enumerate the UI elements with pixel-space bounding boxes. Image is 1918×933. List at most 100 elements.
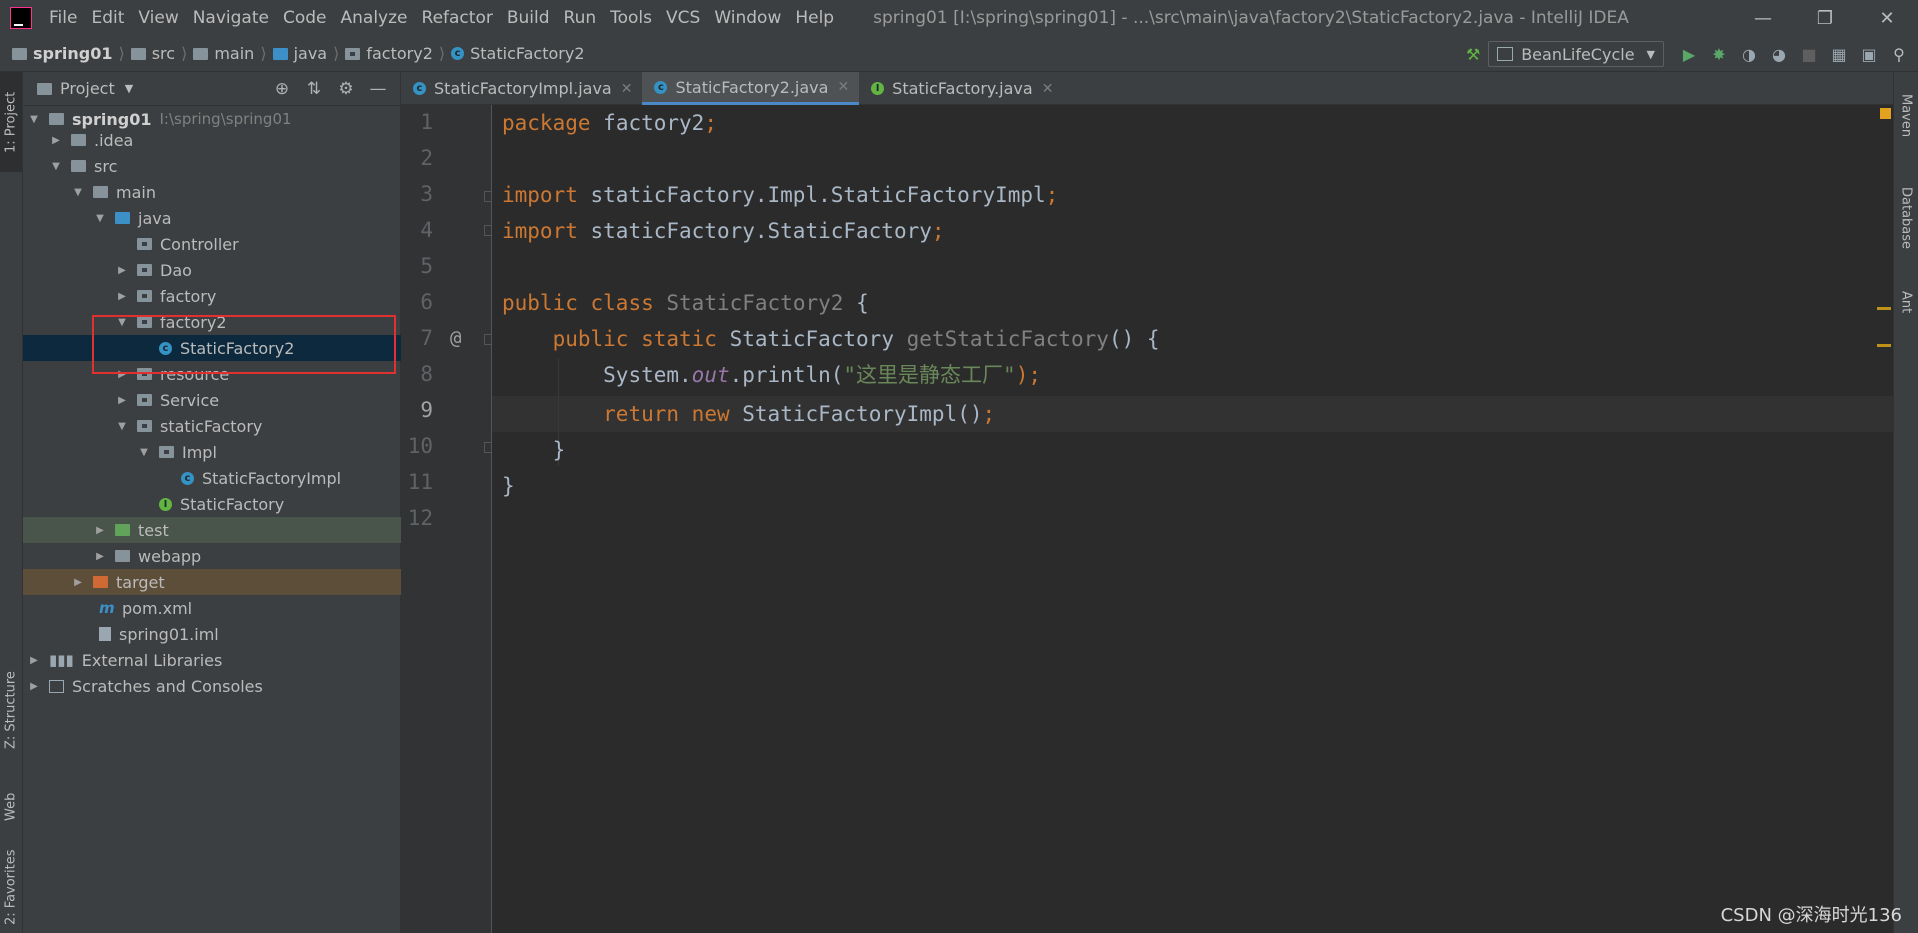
menu-navigate[interactable]: Navigate xyxy=(186,8,276,28)
tab-ant-tool[interactable]: Ant xyxy=(1894,272,1918,332)
menu-file[interactable]: File xyxy=(42,8,84,28)
run-configuration-select[interactable]: BeanLifeCycle ▼ xyxy=(1488,41,1664,67)
run-icon[interactable]: ▶ xyxy=(1674,39,1704,69)
breadcrumb-factory2[interactable]: factory2 xyxy=(341,44,437,63)
project-panel-title: Project xyxy=(60,79,115,98)
terminal-icon[interactable]: ▣ xyxy=(1854,39,1884,69)
line-number: 4 xyxy=(420,218,433,242)
folder-icon xyxy=(115,550,130,562)
coverage-icon[interactable]: ◑ xyxy=(1734,39,1764,69)
breadcrumb-staticfactory2[interactable]: c StaticFactory2 xyxy=(447,44,588,63)
code-editor[interactable]: package factory2; import staticFactory.I… xyxy=(492,105,1893,933)
close-icon[interactable]: ✕ xyxy=(1042,81,1054,97)
tree-node-target[interactable]: ▶ target xyxy=(23,569,448,595)
expanded-arrow-icon[interactable]: ▼ xyxy=(71,187,85,198)
code-line-10: } xyxy=(552,438,566,462)
search-icon[interactable]: ⚲ xyxy=(1884,39,1914,69)
breadcrumb-main[interactable]: main xyxy=(189,44,258,63)
menu-help[interactable]: Help xyxy=(788,8,841,28)
tab-staticfactoryimpl[interactable]: c StaticFactoryImpl.java ✕ xyxy=(401,72,642,105)
menu-view[interactable]: View xyxy=(131,8,185,28)
tree-node-label: spring01.iml xyxy=(119,624,219,644)
menu-refactor[interactable]: Refactor xyxy=(415,8,500,28)
breadcrumb-src[interactable]: src xyxy=(127,44,179,63)
profile-icon[interactable]: ◕ xyxy=(1764,39,1794,69)
implementation-marker-icon[interactable]: @ xyxy=(450,327,461,349)
tab-favorites-tool[interactable]: 2: Favorites xyxy=(0,842,22,932)
collapsed-arrow-icon[interactable]: ▶ xyxy=(115,265,129,276)
collapsed-arrow-icon[interactable]: ▶ xyxy=(93,525,107,536)
close-window-icon[interactable]: ✕ xyxy=(1856,0,1918,36)
tab-label: StaticFactory.java xyxy=(892,79,1033,98)
collapsed-arrow-icon[interactable]: ▶ xyxy=(115,369,129,380)
window-title: spring01 [I:\spring\spring01] - ...\src\… xyxy=(873,8,1629,28)
source-folder-icon xyxy=(115,212,130,224)
line-number: 6 xyxy=(420,290,433,314)
tree-node-label: Dao xyxy=(160,260,192,280)
tree-node-idea[interactable]: ▶ .idea xyxy=(23,127,426,153)
collapsed-arrow-icon[interactable]: ▶ xyxy=(115,395,129,406)
menu-analyze[interactable]: Analyze xyxy=(334,8,415,28)
expanded-arrow-icon[interactable]: ▼ xyxy=(93,213,107,224)
tree-node-external-libraries[interactable]: ▶ ▮▮▮ External Libraries xyxy=(23,647,404,673)
menu-window[interactable]: Window xyxy=(707,8,788,28)
menu-tools[interactable]: Tools xyxy=(603,8,659,28)
menu-build[interactable]: Build xyxy=(500,8,557,28)
expanded-arrow-icon[interactable]: ▼ xyxy=(115,421,129,432)
close-icon[interactable]: ✕ xyxy=(621,81,633,97)
hide-panel-icon[interactable]: — xyxy=(362,79,394,99)
collapse-all-icon[interactable]: ⇅ xyxy=(298,79,330,99)
error-stripe[interactable] xyxy=(1877,105,1893,933)
menu-edit[interactable]: Edit xyxy=(84,8,131,28)
minimize-icon[interactable]: — xyxy=(1732,0,1794,36)
run-toolbar: ⚒ BeanLifeCycle ▼ ▶ ✸ ◑ ◕ ■ ▦ ▣ ⚲ xyxy=(1458,36,1918,72)
debug-icon[interactable]: ✸ xyxy=(1704,39,1734,69)
tree-node-main[interactable]: ▼ main xyxy=(23,179,448,205)
expanded-arrow-icon[interactable]: ▼ xyxy=(49,161,63,172)
code-line-3: import staticFactory.Impl.StaticFactoryI… xyxy=(502,183,1059,207)
breadcrumb-label: java xyxy=(293,44,328,63)
locate-file-icon[interactable]: ⊕ xyxy=(266,79,298,99)
breadcrumb-project[interactable]: spring01 xyxy=(8,44,116,63)
breadcrumb-java[interactable]: java xyxy=(269,44,332,63)
stop-icon[interactable]: ■ xyxy=(1794,39,1824,69)
editor-gutter[interactable]: 1 2 3 4 5 6 7 8 9 10 11 12 @ xyxy=(401,105,495,933)
restore-icon[interactable]: ❐ xyxy=(1794,0,1856,36)
tab-staticfactory[interactable]: I StaticFactory.java ✕ xyxy=(859,72,1063,105)
tab-maven-tool[interactable]: Maven xyxy=(1894,76,1918,156)
menu-run[interactable]: Run xyxy=(557,8,604,28)
project-view-select[interactable]: Project ▼ xyxy=(37,79,133,98)
tree-node-scratches[interactable]: ▶ Scratches and Consoles xyxy=(23,673,404,699)
collapsed-arrow-icon[interactable]: ▶ xyxy=(93,551,107,562)
expanded-arrow-icon[interactable]: ▼ xyxy=(115,317,129,328)
tab-database-tool[interactable]: Database xyxy=(1894,168,1918,268)
collapsed-arrow-icon[interactable]: ▶ xyxy=(27,681,41,692)
tab-structure-tool[interactable]: Z: Structure xyxy=(0,660,22,760)
project-structure-icon[interactable]: ▦ xyxy=(1824,39,1854,69)
tree-node-src[interactable]: ▼ src xyxy=(23,153,426,179)
close-icon[interactable]: ✕ xyxy=(837,79,849,95)
expanded-arrow-icon[interactable]: ▼ xyxy=(137,447,151,458)
tab-staticfactory2[interactable]: c StaticFactory2.java ✕ xyxy=(642,72,860,105)
gear-icon[interactable]: ⚙ xyxy=(330,79,362,99)
collapsed-arrow-icon[interactable]: ▶ xyxy=(27,655,41,666)
tree-node-label: resource xyxy=(160,364,230,384)
collapsed-arrow-icon[interactable]: ▶ xyxy=(115,291,129,302)
build-hammer-icon[interactable]: ⚒ xyxy=(1458,39,1488,69)
collapsed-arrow-icon[interactable]: ▶ xyxy=(49,135,63,146)
class-icon: c xyxy=(654,80,668,94)
collapsed-arrow-icon[interactable]: ▶ xyxy=(71,577,85,588)
package-icon xyxy=(345,47,361,60)
warning-marker[interactable] xyxy=(1877,344,1891,347)
menu-code[interactable]: Code xyxy=(276,8,334,28)
tab-project-tool[interactable]: 1: Project xyxy=(0,72,22,172)
tree-node-label: src xyxy=(94,156,118,176)
menu-vcs[interactable]: VCS xyxy=(659,8,707,28)
line-number: 3 xyxy=(420,182,433,206)
warning-indicator-icon[interactable] xyxy=(1880,108,1891,119)
line-number: 12 xyxy=(407,506,433,530)
expanded-arrow-icon[interactable]: ▼ xyxy=(27,114,41,125)
warning-marker[interactable] xyxy=(1877,307,1891,310)
intellij-logo-icon xyxy=(10,7,32,29)
tab-web-tool[interactable]: Web xyxy=(0,772,22,842)
